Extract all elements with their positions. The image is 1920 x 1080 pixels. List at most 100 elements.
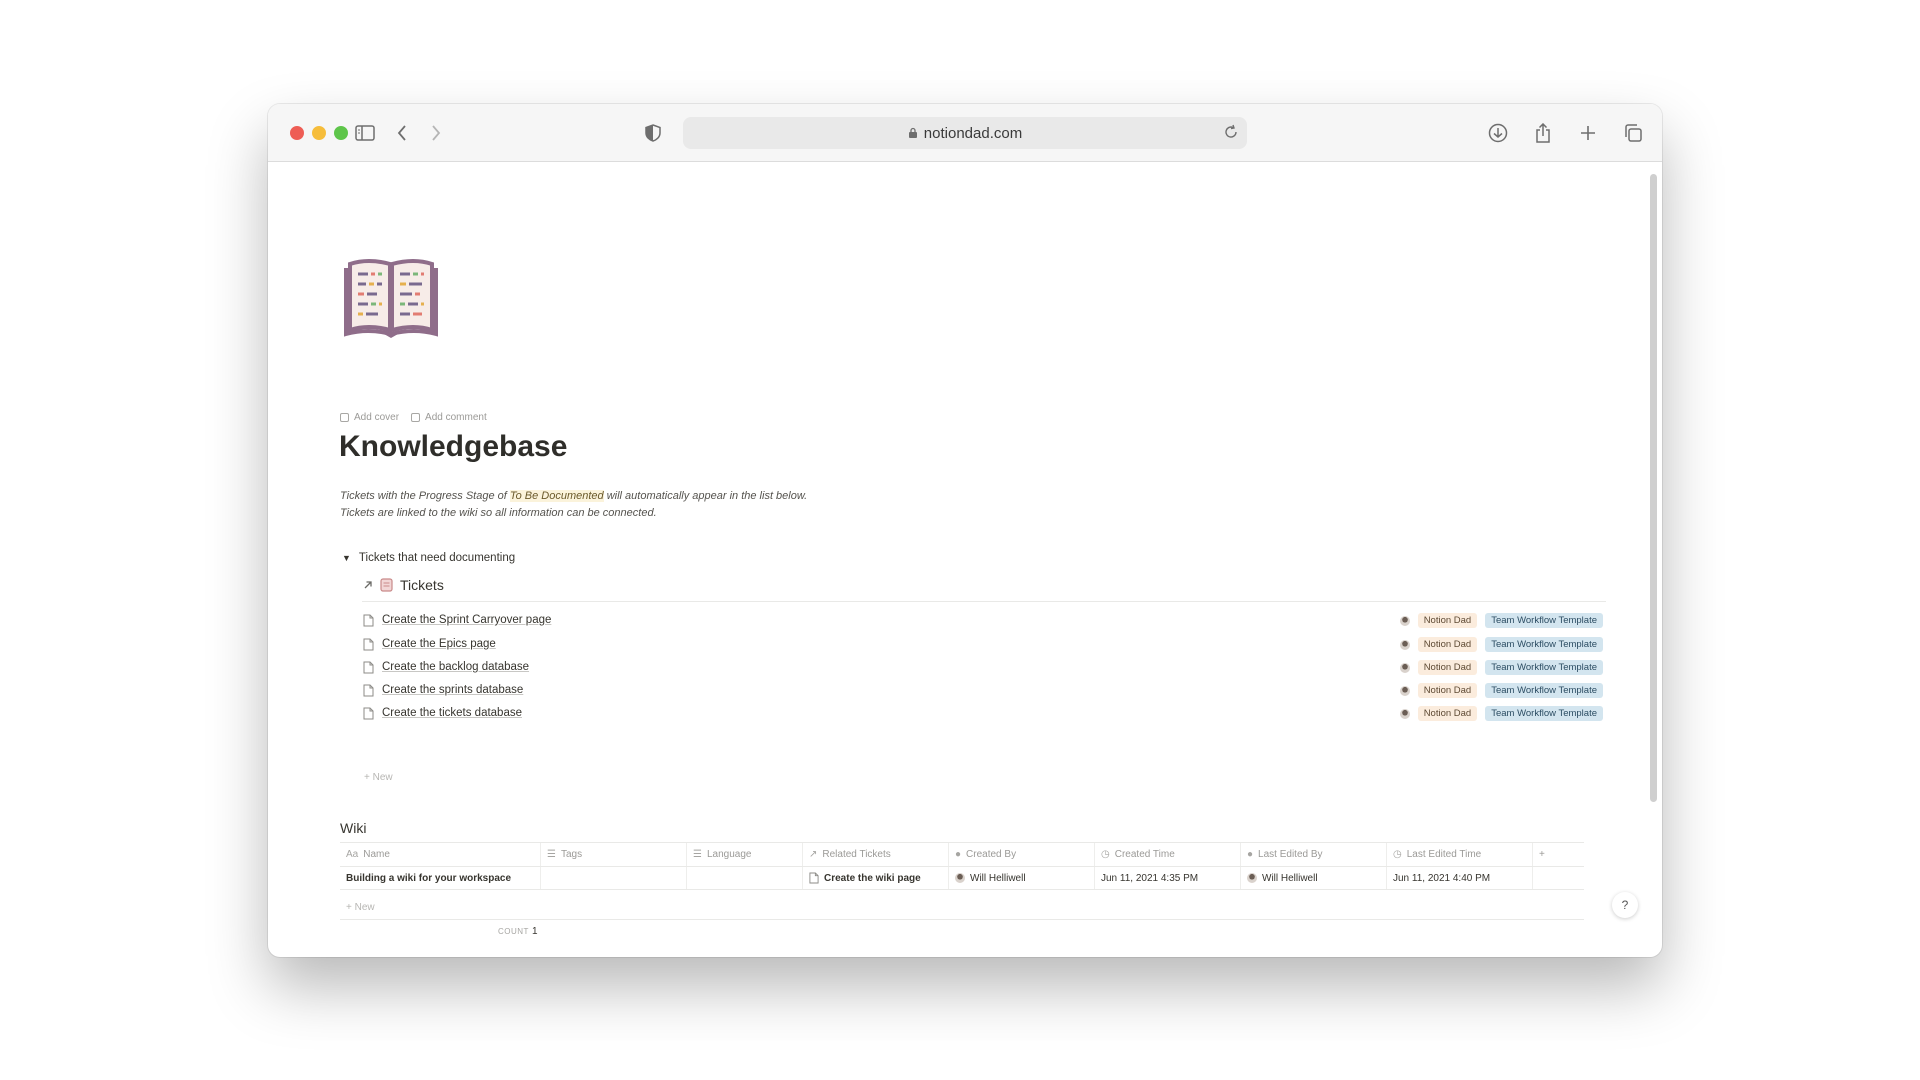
tickets-db-title: Tickets — [400, 577, 444, 593]
desc-line1-post: will automatically appear in the list be… — [603, 490, 808, 502]
column-header-label: Language — [706, 849, 752, 860]
page-description[interactable]: Tickets with the Progress Stage of To Be… — [340, 488, 807, 522]
scrollbar[interactable] — [1650, 174, 1657, 802]
column-header-last-edited-by[interactable]: ● Last Edited By — [1241, 843, 1387, 866]
plus-icon: + — [346, 902, 355, 913]
browser-window: notiondad.com Add cover Add comment Know… — [268, 104, 1662, 957]
created-by-name: Will Helliwell — [970, 872, 1026, 884]
forward-icon[interactable] — [423, 120, 449, 146]
avatar — [1399, 615, 1410, 626]
wiki-created-by-cell[interactable]: Will Helliwell — [949, 867, 1095, 889]
downloads-icon[interactable] — [1485, 120, 1511, 146]
page-icon — [363, 684, 374, 696]
ticket-name: Create the tickets database — [382, 707, 522, 719]
add-comment-button[interactable]: Add comment — [411, 412, 487, 423]
text-property-icon: Aa — [346, 849, 359, 860]
sidebar-toggle-icon[interactable] — [352, 120, 378, 146]
page-title[interactable]: Knowledgebase — [339, 430, 567, 464]
add-cover-label: Add cover — [354, 412, 400, 423]
column-header-label: Created By — [966, 849, 1017, 860]
triangle-down-icon[interactable]: ▼ — [342, 553, 351, 563]
last-edited-by-name: Will Helliwell — [1262, 872, 1318, 884]
person-tag: Notion Dad — [1417, 613, 1478, 628]
new-tab-icon[interactable] — [1575, 120, 1601, 146]
add-cover-button[interactable]: Add cover — [340, 412, 399, 423]
wiki-db-title[interactable]: Wiki — [340, 820, 366, 836]
wiki-name-cell[interactable]: Building a wiki for your workspace — [340, 867, 541, 889]
share-icon[interactable] — [1530, 120, 1556, 146]
wiki-last-edited-time-cell[interactable]: Jun 11, 2021 4:40 PM — [1387, 867, 1533, 889]
list-item[interactable]: Create the Sprint Carryover page Notion … — [363, 610, 1607, 630]
address-bar[interactable]: notiondad.com — [683, 117, 1247, 149]
wiki-created-time-cell[interactable]: Jun 11, 2021 4:35 PM — [1095, 867, 1241, 889]
image-icon — [340, 413, 349, 422]
add-column-button[interactable]: + — [1533, 843, 1584, 866]
avatar — [955, 873, 965, 883]
wiki-count[interactable]: COUNT 1 — [498, 926, 538, 937]
wiki-language-cell[interactable] — [687, 867, 803, 889]
clock-icon: ◷ — [1393, 849, 1402, 860]
column-header-related-tickets[interactable]: ↗ Related Tickets — [803, 843, 949, 866]
wiki-empty-cell — [1533, 867, 1584, 889]
toggle-label: Tickets that need documenting — [358, 552, 516, 564]
desc-line1-pre: Tickets with the Progress Stage of — [340, 490, 510, 502]
avatar — [1399, 708, 1410, 719]
page-icon — [363, 707, 374, 719]
wiki-table: Aa Name ☰ Tags ☰ Language ↗ Related Tickets … — [340, 842, 1584, 890]
column-header-label: Name — [363, 849, 390, 860]
wiki-last-edited-by-cell[interactable]: Will Helliwell — [1241, 867, 1387, 889]
plus-icon: + — [1539, 849, 1545, 860]
wiki-related-cell[interactable]: Create the wiki page — [803, 867, 949, 889]
plus-icon: + — [364, 772, 373, 783]
list-item[interactable]: Create the Epics page Notion Dad Team Wo… — [363, 634, 1607, 654]
column-header-created-by[interactable]: ● Created By — [949, 843, 1095, 866]
table-row[interactable]: Building a wiki for your workspace Creat… — [340, 866, 1584, 890]
list-item[interactable]: Create the sprints database Notion Dad T… — [363, 680, 1607, 700]
column-header-language[interactable]: ☰ Language — [687, 843, 803, 866]
tickets-divider — [362, 601, 1606, 602]
list-item[interactable]: Create the backlog database Notion Dad T… — [363, 657, 1607, 677]
count-label: COUNT — [498, 927, 529, 936]
help-button[interactable]: ? — [1612, 892, 1638, 918]
avatar — [1399, 662, 1410, 673]
tab-overview-icon[interactable] — [1620, 120, 1646, 146]
page-icon — [363, 614, 374, 626]
url-text: notiondad.com — [923, 124, 1023, 142]
wiki-bottom-divider — [340, 919, 1584, 920]
page-icon — [809, 872, 819, 884]
minimize-window-button[interactable] — [312, 126, 326, 140]
open-book-icon[interactable] — [344, 258, 438, 338]
reload-icon[interactable] — [1223, 124, 1239, 140]
column-header-label: Last Edited Time — [1406, 849, 1482, 860]
tickets-linked-db-title[interactable]: Tickets — [363, 577, 444, 593]
list-property-icon: ☰ — [547, 849, 556, 860]
person-icon: ● — [955, 849, 962, 860]
zoom-window-button[interactable] — [334, 126, 348, 140]
wiki-new-label: New — [354, 902, 375, 913]
toggle-tickets-documenting[interactable]: ▼ Tickets that need documenting — [342, 552, 515, 564]
comment-icon — [411, 413, 421, 422]
page-meta-actions: Add cover Add comment — [340, 412, 487, 423]
privacy-shield-icon[interactable] — [640, 120, 666, 146]
column-header-tags[interactable]: ☰ Tags — [541, 843, 687, 866]
person-tag: Notion Dad — [1417, 706, 1478, 721]
desc-line2: Tickets are linked to the wiki so all in… — [340, 507, 657, 519]
wiki-new-button[interactable]: + New — [346, 902, 375, 913]
tickets-new-button[interactable]: + New — [364, 772, 393, 783]
count-value: 1 — [531, 926, 539, 937]
back-icon[interactable] — [389, 120, 415, 146]
template-tag: Team Workflow Template — [1485, 683, 1603, 698]
wiki-tags-cell[interactable] — [541, 867, 687, 889]
lock-icon — [908, 127, 917, 138]
related-ticket-link[interactable]: Create the wiki page — [824, 873, 921, 884]
ticket-db-icon — [380, 578, 393, 592]
ticket-name: Create the backlog database — [382, 661, 530, 673]
column-header-created-time[interactable]: ◷ Created Time — [1095, 843, 1241, 866]
ticket-name: Create the sprints database — [382, 684, 524, 696]
close-window-button[interactable] — [290, 126, 304, 140]
column-header-name[interactable]: Aa Name — [340, 843, 541, 866]
list-item[interactable]: Create the tickets database Notion Dad T… — [363, 703, 1607, 723]
page-content: Add cover Add comment Knowledgebase Tick… — [268, 162, 1662, 957]
column-header-last-edited-time[interactable]: ◷ Last Edited Time — [1387, 843, 1533, 866]
list-property-icon: ☰ — [693, 849, 702, 860]
